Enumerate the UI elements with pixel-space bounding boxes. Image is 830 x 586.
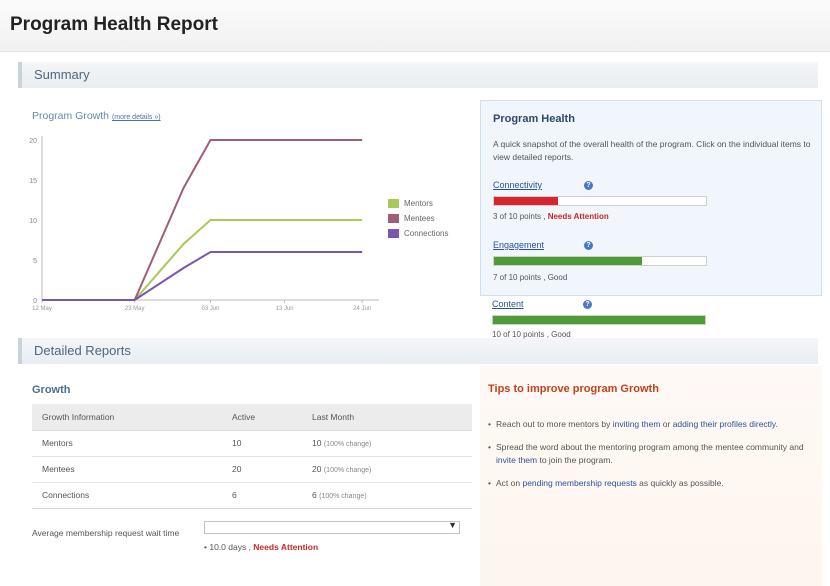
- engagement-status: 7 of 10 points , Good: [493, 273, 568, 282]
- connectivity-bar-fill: [494, 197, 558, 205]
- page-title: Program Health Report: [10, 14, 218, 35]
- tip-text: Reach out to more mentors by: [496, 419, 613, 429]
- chart-legend: Mentors Mentees Connections: [388, 196, 448, 241]
- inviting-them-link[interactable]: inviting them: [613, 419, 661, 429]
- engagement-bar-fill: [494, 257, 643, 265]
- y-tick-label: 0: [33, 298, 37, 305]
- row-change: (100% change): [323, 467, 372, 474]
- content-link[interactable]: Content: [492, 299, 524, 309]
- header-growth-information: Growth Information: [32, 404, 222, 431]
- y-tick-label: 5: [33, 258, 37, 265]
- engagement-bar: [493, 256, 707, 266]
- tip-item: Spread the word about the mentoring prog…: [488, 441, 808, 467]
- x-tick-label: 12 May: [32, 306, 52, 312]
- legend-swatch: [388, 199, 399, 208]
- connectivity-status: 3 of 10 points , Needs Attention: [493, 212, 609, 221]
- tips-panel: Tips to improve program Growth Reach out…: [480, 366, 822, 586]
- connectivity-link[interactable]: Connectivity: [493, 180, 542, 190]
- row-change: (100% change): [319, 493, 367, 501]
- tips-title: Tips to improve program Growth: [488, 383, 659, 395]
- table-row: Connections 6 6 (100% change): [32, 482, 472, 508]
- row-last-value: 10: [312, 438, 322, 448]
- tip-text: as quickly as possible.: [636, 478, 724, 488]
- legend-label: Connections: [404, 229, 449, 238]
- tip-text: to join the program.: [537, 455, 613, 465]
- row-change: (100% change): [323, 441, 372, 448]
- tip-text: or: [660, 419, 673, 429]
- program-health-title: Program Health: [493, 113, 575, 125]
- summary-section-label: Summary: [34, 67, 90, 82]
- program-growth-label: Program Growth: [32, 110, 110, 122]
- header-active: Active: [222, 404, 302, 431]
- program-growth-title: Program Growth (more details »): [32, 110, 161, 122]
- content-help-icon[interactable]: ?: [583, 300, 592, 309]
- more-details-link[interactable]: (more details »): [112, 114, 161, 121]
- tip-text: Spread the word about the mentoring prog…: [496, 442, 804, 452]
- program-growth-chart: 20 15 10 5 012 May 23 May 03 Jun 13 Jun 24 Jun: [29, 136, 379, 312]
- detailed-reports-section-bar: Detailed Reports: [18, 338, 818, 364]
- adding-profiles-link[interactable]: adding their profiles directly: [673, 419, 776, 429]
- legend-swatch: [388, 214, 399, 223]
- tip-text: Act on: [496, 478, 523, 488]
- growth-table: Growth Information Active Last Month Men…: [32, 404, 472, 508]
- connectivity-attention: Needs Attention: [547, 212, 609, 221]
- legend-item-mentors: Mentors: [388, 196, 448, 211]
- header-last-month: Last Month: [302, 404, 472, 431]
- avg-wait-attention: Needs Attention: [253, 542, 319, 552]
- engagement-help-icon[interactable]: ?: [584, 241, 593, 250]
- row-last-month: 6 (100% change): [302, 482, 472, 508]
- content-status: 10 of 10 points , Good: [492, 330, 571, 339]
- content-bar: [492, 315, 706, 325]
- content-bar-fill: [493, 316, 705, 324]
- connectivity-bar: [493, 196, 707, 206]
- avg-wait-days: • 10.0 days ,: [204, 542, 254, 552]
- tip-item: Act on pending membership requests as qu…: [488, 477, 808, 490]
- x-tick-label: 23 May: [125, 306, 145, 312]
- detailed-reports-label: Detailed Reports: [34, 343, 131, 358]
- connectivity-help-icon[interactable]: ?: [584, 181, 593, 190]
- legend-label: Mentees: [404, 214, 435, 223]
- legend-label: Mentors: [404, 199, 433, 208]
- avg-wait-time-value: • 10.0 days , Needs Attention: [204, 542, 318, 552]
- row-last-value: 20: [312, 464, 322, 474]
- tip-item: Reach out to more mentors by inviting th…: [488, 418, 808, 431]
- y-tick-label: 15: [29, 178, 37, 185]
- avg-wait-time-label: Average membership request wait time: [32, 528, 180, 538]
- legend-item-connections: Connections: [388, 226, 448, 241]
- growth-table-header: Growth Information Active Last Month: [32, 404, 472, 431]
- y-tick-label: 10: [29, 218, 37, 225]
- row-name: Mentees: [32, 456, 222, 483]
- row-last-month: 20 (100% change): [302, 456, 472, 483]
- x-tick-label: 24 Jun: [353, 306, 371, 312]
- row-active: 6: [222, 482, 302, 508]
- row-last-month: 10 (100% change): [302, 430, 472, 457]
- row-name: Connections: [32, 482, 222, 508]
- row-name: Mentors: [32, 430, 222, 457]
- x-tick-label: 13 Jun: [276, 306, 294, 312]
- legend-swatch: [388, 229, 399, 238]
- tip-text: .: [775, 419, 778, 429]
- row-active: 20: [222, 456, 302, 483]
- connectivity-points: 3 of 10 points ,: [493, 212, 548, 221]
- invite-them-link[interactable]: invite them: [496, 455, 537, 465]
- row-active: 10: [222, 430, 302, 457]
- dropdown-arrow-icon[interactable]: ▼: [448, 520, 457, 530]
- legend-item-mentees: Mentees: [388, 211, 448, 226]
- series-line-mentors: [42, 219, 363, 301]
- program-health-description: A quick snapshot of the overall health o…: [493, 139, 811, 162]
- y-tick-label: 20: [29, 138, 37, 145]
- table-row: Mentees 20 20 (100% change): [32, 456, 472, 483]
- engagement-link[interactable]: Engagement: [493, 240, 544, 250]
- avg-wait-time-select[interactable]: ▼: [204, 520, 460, 534]
- growth-heading: Growth: [32, 384, 71, 396]
- row-last-value: 6: [312, 490, 317, 501]
- series-line-connections: [42, 251, 363, 301]
- program-health-panel: Program Health A quick snapshot of the o…: [480, 100, 822, 296]
- tips-list: Reach out to more mentors by inviting th…: [488, 418, 808, 500]
- pending-requests-link[interactable]: pending membership requests: [522, 478, 636, 488]
- table-row: Mentors 10 10 (100% change): [32, 430, 472, 457]
- summary-section-bar: Summary: [18, 62, 818, 88]
- x-tick-label: 03 Jun: [201, 306, 219, 312]
